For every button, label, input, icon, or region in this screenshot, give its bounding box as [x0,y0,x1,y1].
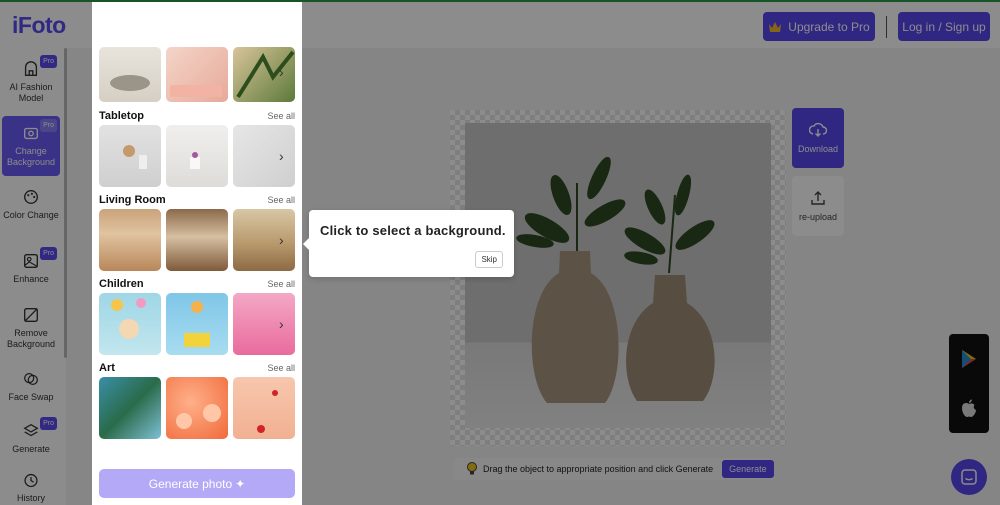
download-label: Download [797,144,839,154]
sidebar-item-remove-background[interactable]: Remove Background [2,298,60,364]
photo-frame-icon [24,127,38,140]
sidebar-item-label: History [16,493,45,503]
header-divider [886,16,887,38]
sidebar-item-history[interactable]: History [2,464,60,504]
thumb-row-tabletop: › [99,125,302,187]
sidebar-scrollbar[interactable] [64,48,67,358]
background-thumbnail[interactable] [166,209,228,271]
lightbulb-icon [467,462,477,475]
login-button[interactable]: Log in / Sign up [898,12,990,41]
background-thumbnail[interactable] [166,125,228,187]
upgrade-button[interactable]: Upgrade to Pro [763,12,875,41]
upgrade-label: Upgrade to Pro [788,19,870,34]
chat-icon [961,469,977,485]
clock-icon [24,473,38,488]
category-title: Tabletop [99,110,145,122]
crown-icon [769,21,782,32]
category-header-children: Children See all [99,277,295,291]
google-play-icon[interactable] [960,349,978,369]
background-thumbnail[interactable] [233,377,295,439]
tooltip-text: Click to select a background. [320,223,506,238]
generate-photo-label: Generate photo [148,476,233,491]
palette-icon [24,190,38,204]
hint-text: Drag the object to appropriate position … [483,464,714,474]
see-all-link[interactable]: See all [267,111,295,121]
sidebar-item-label: Change Background [6,146,56,167]
chevron-right-icon[interactable]: › [279,149,293,163]
sidebar-item-change-background[interactable]: Pro Change Background [2,116,60,176]
sidebar-item-label: Color Change [3,210,59,220]
apple-icon[interactable] [960,398,978,418]
sparkle-icon: ✦ [235,476,246,491]
background-thumbnail[interactable] [99,377,161,439]
upload-icon [811,191,825,205]
chevron-right-icon[interactable]: › [279,65,293,79]
background-thumbnail[interactable] [99,47,161,102]
sidebar-item-label: Face Swap [8,392,54,402]
generate-photo-button[interactable]: Generate photo ✦ [99,469,295,498]
background-panel: › Tabletop See all › Living Room See all… [92,2,302,505]
category-header-art: Art See all [99,361,295,375]
app-logo[interactable]: iFoto [12,12,66,39]
hint-generate-button[interactable]: Generate [722,460,774,478]
background-thumbnail[interactable] [166,47,228,102]
see-all-link[interactable]: See all [267,363,295,373]
sidebar-item-label: AI Fashion Model [9,82,53,103]
hint-bar: Drag the object to appropriate position … [454,458,774,480]
thumb-row-living-room: › [99,209,302,271]
pro-badge: Pro [40,55,57,68]
layers-icon [23,423,39,437]
sidebar-item-label: Enhance [13,274,49,284]
category-header-tabletop: Tabletop See all [99,109,295,123]
sidebar-item-label: Generate [12,444,50,454]
face-swap-icon [24,372,38,386]
pro-badge: Pro [40,247,57,260]
chat-support-button[interactable] [951,459,987,495]
thumb-row-top: › [99,47,302,102]
app-store-links [949,334,989,433]
sidebar-item-color-change[interactable]: Color Change [2,180,60,240]
background-thumbnail[interactable] [99,125,161,187]
download-button[interactable]: Download [792,108,844,168]
background-thumbnail[interactable] [99,209,161,271]
reupload-label: re-upload [798,212,838,222]
pro-badge: Pro [40,119,57,132]
category-title: Living Room [99,194,166,206]
hanger-icon [24,61,38,76]
chevron-right-icon[interactable]: › [279,233,293,247]
onboarding-tooltip: Click to select a background. Skip [303,210,514,277]
category-header-living-room: Living Room See all [99,193,295,207]
sidebar-item-label: Remove Background [6,328,56,349]
background-thumbnail[interactable] [166,293,228,355]
reupload-button[interactable]: re-upload [792,176,844,236]
sidebar: Pro AI Fashion Model Pro Change Backgrou… [0,48,66,505]
pro-badge: Pro [40,417,57,430]
eraser-icon [24,308,38,322]
enhance-icon [24,254,38,268]
chevron-right-icon[interactable]: › [279,317,293,331]
sidebar-item-ai-fashion-model[interactable]: Pro AI Fashion Model [2,52,60,112]
see-all-link[interactable]: See all [267,279,295,289]
sidebar-item-face-swap[interactable]: Face Swap [2,362,60,422]
category-title: Children [99,278,144,290]
thumb-row-art [99,377,302,439]
skip-button[interactable]: Skip [475,251,503,268]
sidebar-item-enhance[interactable]: Pro Enhance [2,244,60,304]
see-all-link[interactable]: See all [267,195,295,205]
thumb-row-children: › [99,293,302,355]
background-thumbnail[interactable] [166,377,228,439]
cloud-download-icon [809,122,827,137]
category-title: Art [99,362,115,374]
background-thumbnail[interactable] [99,293,161,355]
